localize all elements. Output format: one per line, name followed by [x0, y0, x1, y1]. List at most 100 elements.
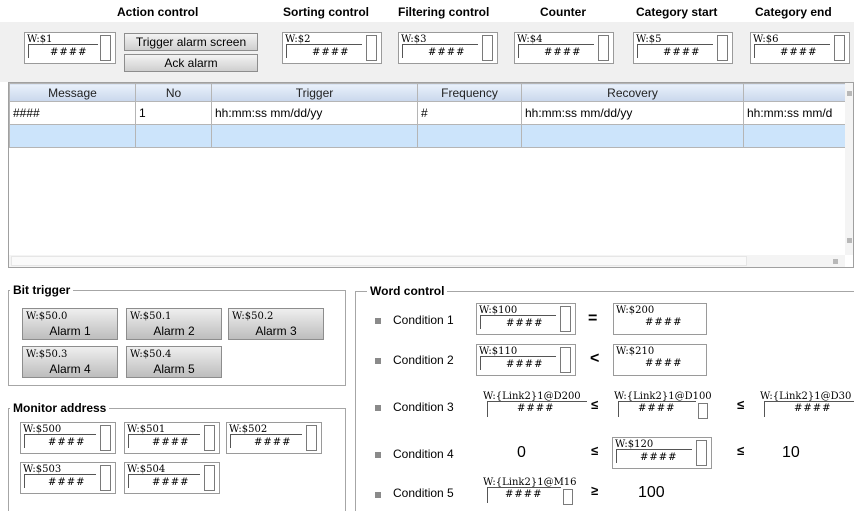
bullet-icon [375, 358, 381, 364]
cell-recovery: hh:mm:ss mm/dd/yy [521, 101, 744, 125]
monitor-504-input[interactable]: W:$504 #### [124, 462, 220, 494]
cell-no: 1 [135, 101, 212, 125]
header-action-control: Action control [117, 5, 199, 19]
value-placeholder: #### [780, 47, 818, 58]
ack-alarm-button[interactable]: Ack alarm [124, 54, 258, 72]
column-header-extra[interactable] [743, 83, 846, 102]
scroll-right-arrow-icon[interactable] [833, 259, 838, 264]
value-placeholder: #### [517, 403, 555, 414]
column-header-message[interactable]: Message [9, 83, 136, 102]
header-filtering-control: Filtering control [398, 5, 490, 19]
cell-no [135, 124, 212, 148]
monitor-503-input[interactable]: W:$503 #### [20, 462, 116, 494]
value-text: 0 [517, 444, 526, 461]
horizontal-scrollbar[interactable] [9, 255, 845, 267]
trigger-alarm-screen-button[interactable]: Trigger alarm screen [124, 33, 258, 51]
header-counter: Counter [540, 5, 586, 19]
condition-4-label: Condition 4 [393, 447, 454, 461]
value-placeholder: #### [254, 437, 292, 448]
condition-3-operator-2: ≤ [737, 397, 745, 412]
category-end-input[interactable]: W:$6 #### [750, 32, 850, 64]
cell-message [9, 124, 136, 148]
monitor-502-input[interactable]: W:$502 #### [226, 422, 322, 454]
tag-label: W:$50.2 [232, 311, 274, 322]
cell-recovery [521, 124, 744, 148]
value-placeholder: #### [152, 437, 190, 448]
value-placeholder: #### [663, 47, 701, 58]
condition-2-label: Condition 2 [393, 353, 454, 367]
filtering-control-input[interactable]: W:$3 #### [398, 32, 498, 64]
button-label: Alarm 2 [153, 324, 195, 338]
value-placeholder: #### [505, 489, 543, 500]
bullet-icon [375, 492, 381, 498]
bullet-icon [375, 452, 381, 458]
cell-message: #### [9, 101, 136, 125]
condition-2-right-display: W:$210 #### [613, 344, 707, 376]
condition-1-operator: = [588, 310, 598, 327]
value-placeholder: #### [645, 317, 683, 328]
condition-5-label: Condition 5 [393, 486, 454, 500]
value-placeholder: #### [506, 318, 544, 329]
condition-1-right-display: W:$200 #### [613, 303, 707, 335]
condition-5-left-input[interactable]: W:{Link2}1@M16 #### [481, 475, 591, 509]
table-row[interactable]: #### 1 hh:mm:ss mm/dd/yy # hh:mm:ss mm/d… [9, 101, 846, 125]
scroll-up-arrow-icon[interactable] [847, 91, 852, 96]
word-control-title: Word control [367, 284, 448, 298]
column-header-recovery[interactable]: Recovery [521, 83, 744, 102]
table-header-row: Message No Trigger Frequency Recovery [9, 83, 846, 102]
value-text: 100 [638, 484, 665, 501]
tag-label: W:$50.3 [26, 349, 68, 360]
condition-4-mid-input[interactable]: W:$120 #### [612, 437, 712, 469]
alarm-3-button[interactable]: W:$50.2 Alarm 3 [228, 308, 324, 340]
cell-frequency: # [417, 101, 522, 125]
condition-5-operator: ≥ [591, 483, 599, 498]
table-row[interactable] [9, 124, 846, 148]
header-sorting-control: Sorting control [283, 5, 369, 19]
cell-trigger [211, 124, 418, 148]
condition-2-operator: < [590, 350, 600, 367]
condition-4-left-value: 0 [484, 439, 580, 467]
scroll-down-arrow-icon[interactable] [847, 238, 852, 243]
alarm-2-button[interactable]: W:$50.1 Alarm 2 [126, 308, 222, 340]
tag-label: W:$50.4 [130, 349, 172, 360]
alarm-table[interactable]: Message No Trigger Frequency Recovery ##… [8, 82, 854, 268]
alarm-5-button[interactable]: W:$50.4 Alarm 5 [126, 346, 222, 378]
sorting-control-input[interactable]: W:$2 #### [282, 32, 382, 64]
button-label: Alarm 4 [49, 362, 91, 376]
monitor-500-input[interactable]: W:$500 #### [20, 422, 116, 454]
value-placeholder: #### [794, 403, 832, 414]
value-placeholder: #### [506, 359, 544, 370]
button-label: Alarm 1 [49, 324, 91, 338]
value-text: 10 [782, 444, 800, 461]
cell-extra [743, 124, 846, 148]
condition-1-label: Condition 1 [393, 313, 454, 327]
column-header-no[interactable]: No [135, 83, 212, 102]
alarm-1-button[interactable]: W:$50.0 Alarm 1 [22, 308, 118, 340]
condition-3-mid-input[interactable]: W:{Link2}1@D100 #### [612, 389, 736, 423]
column-header-frequency[interactable]: Frequency [417, 83, 522, 102]
value-placeholder: #### [544, 47, 582, 58]
button-label: Alarm 5 [153, 362, 195, 376]
condition-1-left-input[interactable]: W:$100 #### [476, 303, 576, 335]
action-control-input[interactable]: W:$1 #### [24, 32, 116, 64]
cell-extra: hh:mm:ss mm/d [743, 101, 846, 125]
value-placeholder: #### [638, 403, 676, 414]
condition-3-left-display: W:{Link2}1@D200 #### [481, 389, 595, 423]
monitor-501-input[interactable]: W:$501 #### [124, 422, 220, 454]
counter-input[interactable]: W:$4 #### [514, 32, 614, 64]
column-header-trigger[interactable]: Trigger [211, 83, 418, 102]
bullet-icon [375, 405, 381, 411]
scrollbar-thumb[interactable] [11, 256, 747, 266]
alarm-4-button[interactable]: W:$50.3 Alarm 4 [22, 346, 118, 378]
category-start-input[interactable]: W:$5 #### [633, 32, 733, 64]
value-placeholder: #### [645, 358, 683, 369]
value-placeholder: #### [50, 47, 88, 58]
header-category-end: Category end [755, 5, 832, 19]
condition-4-right-value: 10 [752, 439, 830, 467]
condition-5-right-value: 100 [612, 479, 684, 507]
condition-2-left-input[interactable]: W:$110 #### [476, 344, 576, 376]
tag-label: W:$200 [616, 305, 655, 316]
monitor-address-title: Monitor address [10, 401, 110, 415]
vertical-scrollbar[interactable] [845, 83, 853, 255]
condition-3-right-display: W:{Link2}1@D30 #### [758, 389, 854, 423]
